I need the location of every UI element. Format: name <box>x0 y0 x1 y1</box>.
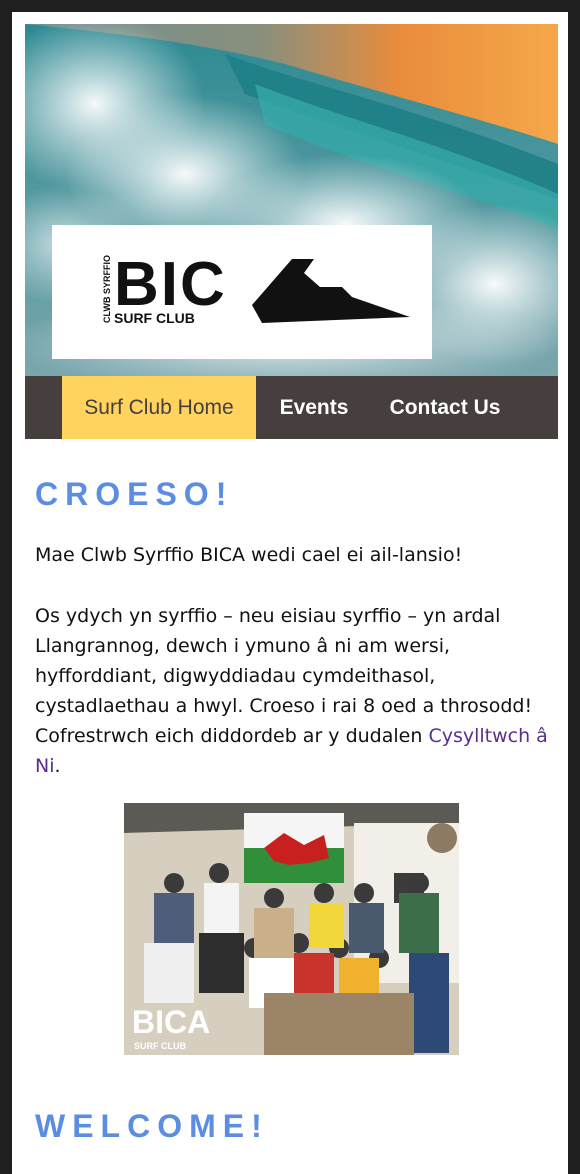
page: CLWB SYRFFIO BIC SURF CLUB Surf Club Hom… <box>12 12 568 1174</box>
nav-contact[interactable]: Contact Us <box>380 376 510 439</box>
intro-paragraph: Mae Clwb Syrffio BICA wedi cael ei ail-l… <box>35 544 463 566</box>
main-nav: Surf Club Home Events Contact Us <box>25 376 558 439</box>
nav-events[interactable]: Events <box>268 376 360 439</box>
logo-box[interactable]: CLWB SYRFFIO BIC SURF CLUB <box>52 225 432 359</box>
svg-text:BIC: BIC <box>114 250 227 319</box>
group-photo: BICA SURF CLUB <box>124 803 459 1055</box>
info-paragraph: Os ydych yn syrffio – neu eisiau syrffio… <box>35 601 555 781</box>
svg-text:CLWB SYRFFIO: CLWB SYRFFIO <box>102 255 112 323</box>
svg-text:SURF CLUB: SURF CLUB <box>114 310 195 326</box>
heading-croeso: CROESO! <box>35 476 234 512</box>
heading-welcome: WELCOME! <box>35 1108 269 1144</box>
info-text-end: . <box>54 755 61 777</box>
hero-banner: CLWB SYRFFIO BIC SURF CLUB <box>25 24 558 376</box>
club-photo-image: BICA SURF CLUB <box>124 803 459 1055</box>
photo-watermark-sub: SURF CLUB <box>134 1041 186 1051</box>
nav-home[interactable]: Surf Club Home <box>62 376 256 439</box>
photo-watermark: BICA <box>132 1004 210 1040</box>
bica-logo: CLWB SYRFFIO BIC SURF CLUB <box>102 250 410 326</box>
